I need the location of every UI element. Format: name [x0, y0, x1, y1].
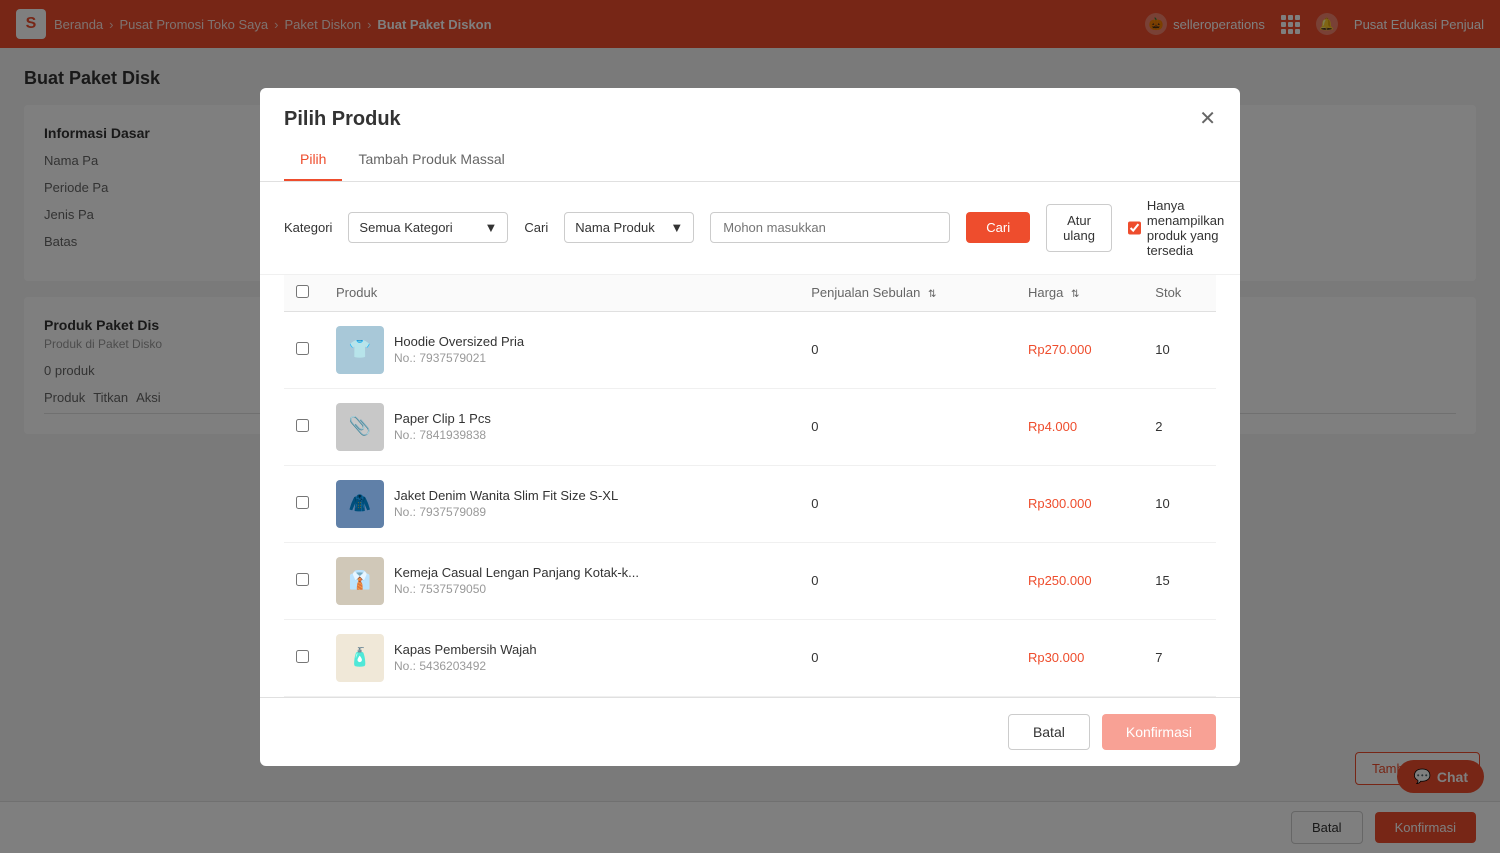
row-checkbox-cell [284, 311, 324, 388]
col-penjualan-header[interactable]: Penjualan Sebulan ⇅ [799, 275, 1016, 312]
row-price: Rp300.000 [1016, 465, 1143, 542]
row-stock: 10 [1143, 311, 1216, 388]
pilih-produk-modal: Pilih Produk ✕ Pilih Tambah Produk Massa… [260, 88, 1240, 766]
product-name: Kapas Pembersih Wajah [394, 642, 537, 657]
search-type-value: Nama Produk [575, 220, 654, 235]
search-type-select[interactable]: Nama Produk ▼ [564, 212, 694, 243]
penjualan-sort-icon: ⇅ [928, 289, 936, 300]
row-monthly-sales: 0 [799, 465, 1016, 542]
row-price: Rp30.000 [1016, 619, 1143, 696]
product-image: 🧥 [336, 480, 384, 528]
product-no: No.: 7937579089 [394, 505, 618, 519]
row-price: Rp270.000 [1016, 311, 1143, 388]
modal-overlay: Pilih Produk ✕ Pilih Tambah Produk Massa… [0, 0, 1500, 853]
reset-button[interactable]: Atur ulang [1046, 204, 1112, 252]
product-no: No.: 7841939838 [394, 428, 491, 442]
modal-confirm-button[interactable]: Konfirmasi [1102, 714, 1216, 750]
row-product-cell: 📎 Paper Clip 1 Pcs No.: 7841939838 [324, 388, 799, 465]
product-info: Hoodie Oversized Pria No.: 7937579021 [394, 334, 524, 365]
product-no: No.: 7537579050 [394, 582, 639, 596]
only-available-row: Hanya menampilkan produk yang tersedia [1128, 198, 1225, 258]
table-row: 🧥 Jaket Denim Wanita Slim Fit Size S-XL … [284, 465, 1216, 542]
select-all-checkbox[interactable] [296, 285, 309, 298]
product-image: 🧴 [336, 634, 384, 682]
product-image: 👕 [336, 326, 384, 374]
row-price: Rp4.000 [1016, 388, 1143, 465]
row-checkbox[interactable] [296, 573, 309, 586]
row-price: Rp250.000 [1016, 542, 1143, 619]
row-product-cell: 🧴 Kapas Pembersih Wajah No.: 5436203492 [324, 619, 799, 696]
table-row: 👔 Kemeja Casual Lengan Panjang Kotak-k..… [284, 542, 1216, 619]
row-monthly-sales: 0 [799, 542, 1016, 619]
row-monthly-sales: 0 [799, 388, 1016, 465]
row-stock: 2 [1143, 388, 1216, 465]
row-stock: 10 [1143, 465, 1216, 542]
modal-tabs: Pilih Tambah Produk Massal [260, 139, 1240, 182]
kategori-chevron-icon: ▼ [485, 220, 498, 235]
row-checkbox-cell [284, 619, 324, 696]
product-image: 📎 [336, 403, 384, 451]
product-no: No.: 7937579021 [394, 351, 524, 365]
modal-header: Pilih Produk ✕ [260, 88, 1240, 131]
row-product-cell: 👕 Hoodie Oversized Pria No.: 7937579021 [324, 311, 799, 388]
table-header-row: Produk Penjualan Sebulan ⇅ Harga ⇅ Stok [284, 275, 1216, 312]
modal-filters: Kategori Semua Kategori ▼ Cari Nama Prod… [260, 182, 1240, 275]
row-product-cell: 👔 Kemeja Casual Lengan Panjang Kotak-k..… [324, 542, 799, 619]
col-checkbox-header [284, 275, 324, 312]
product-no: No.: 5436203492 [394, 659, 537, 673]
modal-table-container: Produk Penjualan Sebulan ⇅ Harga ⇅ Stok [260, 275, 1240, 697]
row-monthly-sales: 0 [799, 311, 1016, 388]
tab-tambah-massal[interactable]: Tambah Produk Massal [342, 139, 520, 181]
kategori-selected-value: Semua Kategori [359, 220, 452, 235]
modal-title: Pilih Produk [284, 108, 401, 131]
table-row: 🧴 Kapas Pembersih Wajah No.: 5436203492 … [284, 619, 1216, 696]
kategori-select[interactable]: Semua Kategori ▼ [348, 212, 508, 243]
table-head: Produk Penjualan Sebulan ⇅ Harga ⇅ Stok [284, 275, 1216, 312]
modal-footer: Batal Konfirmasi [260, 697, 1240, 766]
cari-label: Cari [524, 220, 548, 235]
product-info: Kapas Pembersih Wajah No.: 5436203492 [394, 642, 537, 673]
row-checkbox-cell [284, 388, 324, 465]
product-info: Jaket Denim Wanita Slim Fit Size S-XL No… [394, 488, 618, 519]
search-input[interactable] [710, 212, 950, 243]
search-button[interactable]: Cari [966, 212, 1030, 243]
row-checkbox[interactable] [296, 419, 309, 432]
row-checkbox-cell [284, 465, 324, 542]
row-checkbox[interactable] [296, 496, 309, 509]
table-row: 👕 Hoodie Oversized Pria No.: 7937579021 … [284, 311, 1216, 388]
product-info: Paper Clip 1 Pcs No.: 7841939838 [394, 411, 491, 442]
modal-cancel-button[interactable]: Batal [1008, 714, 1090, 750]
modal-close-button[interactable]: ✕ [1199, 109, 1216, 129]
product-name: Jaket Denim Wanita Slim Fit Size S-XL [394, 488, 618, 503]
kategori-label: Kategori [284, 220, 332, 235]
product-image: 👔 [336, 557, 384, 605]
product-name: Kemeja Casual Lengan Panjang Kotak-k... [394, 565, 639, 580]
search-type-chevron-icon: ▼ [670, 220, 683, 235]
table-row: 📎 Paper Clip 1 Pcs No.: 7841939838 0 Rp4… [284, 388, 1216, 465]
product-table: Produk Penjualan Sebulan ⇅ Harga ⇅ Stok [284, 275, 1216, 697]
product-table-body: 👕 Hoodie Oversized Pria No.: 7937579021 … [284, 311, 1216, 696]
row-stock: 15 [1143, 542, 1216, 619]
row-stock: 7 [1143, 619, 1216, 696]
product-name: Paper Clip 1 Pcs [394, 411, 491, 426]
harga-sort-icon: ⇅ [1071, 289, 1079, 300]
row-checkbox[interactable] [296, 650, 309, 663]
col-stok-header: Stok [1143, 275, 1216, 312]
product-info: Kemeja Casual Lengan Panjang Kotak-k... … [394, 565, 639, 596]
row-checkbox-cell [284, 542, 324, 619]
row-product-cell: 🧥 Jaket Denim Wanita Slim Fit Size S-XL … [324, 465, 799, 542]
tab-pilih[interactable]: Pilih [284, 139, 342, 181]
col-produk-header: Produk [324, 275, 799, 312]
col-harga-header[interactable]: Harga ⇅ [1016, 275, 1143, 312]
only-available-label: Hanya menampilkan produk yang tersedia [1147, 198, 1225, 258]
row-monthly-sales: 0 [799, 619, 1016, 696]
product-name: Hoodie Oversized Pria [394, 334, 524, 349]
row-checkbox[interactable] [296, 342, 309, 355]
only-available-checkbox[interactable] [1128, 221, 1141, 235]
